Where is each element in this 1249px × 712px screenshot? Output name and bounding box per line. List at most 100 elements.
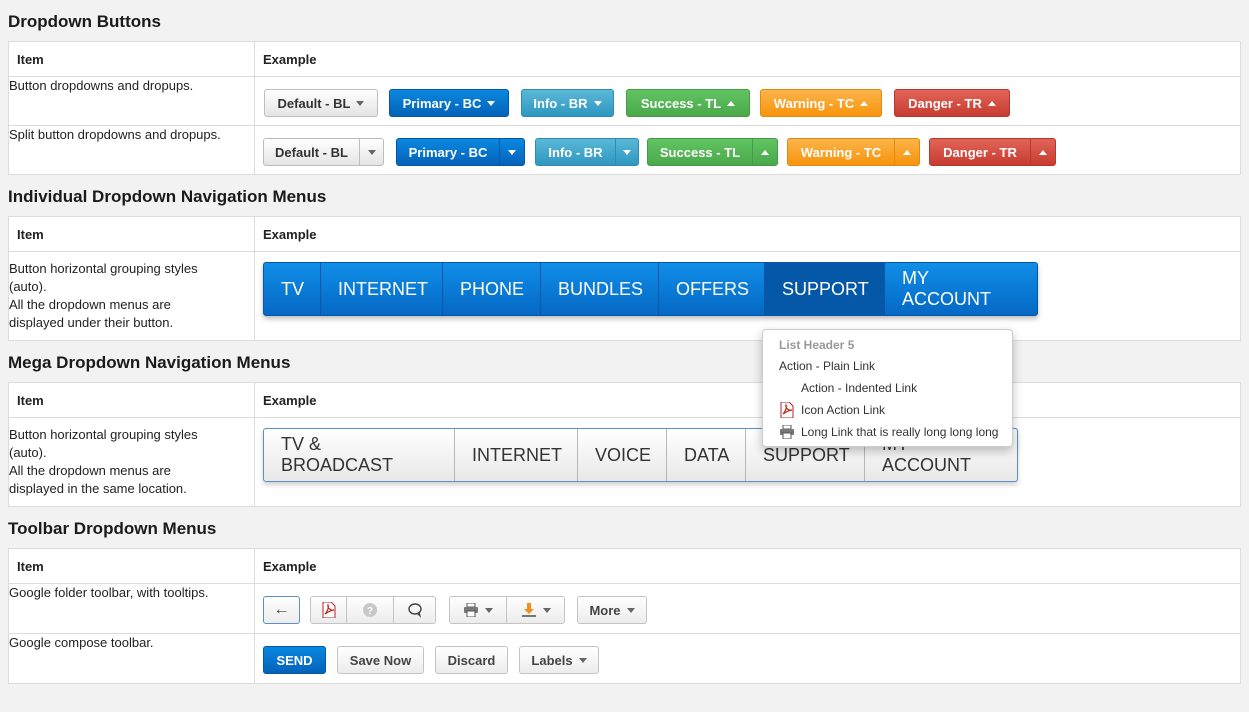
desc-line: All the dropdown menus are: [9, 297, 171, 312]
caret-up-icon: [860, 100, 869, 106]
split-buttons-row: Default - BL Primary - BC Info - BR Succ…: [254, 125, 1241, 175]
warning-split-button: Warning - TC: [787, 138, 920, 166]
row-desc: Google compose toolbar.: [8, 633, 255, 684]
row-desc: Button horizontal grouping styles (auto)…: [8, 417, 255, 507]
folder-toolbar-row: ← ? More: [254, 583, 1241, 634]
button-label: More: [589, 602, 621, 618]
success-split-button: Success - TL: [647, 138, 778, 166]
question-icon: ?: [363, 603, 377, 617]
button-label: Primary - BC: [402, 95, 482, 111]
default-split-button: Default - BL: [263, 138, 384, 166]
caret-down-icon: [508, 149, 516, 155]
dropdown-item-indented-link[interactable]: Action - Indented Link: [763, 377, 1012, 399]
help-button[interactable]: ?: [346, 596, 394, 624]
success-dropup-button[interactable]: Success - TL: [626, 89, 750, 117]
info-dropdown-button[interactable]: Info - BR: [521, 89, 614, 117]
row-desc: Split button dropdowns and dropups.: [8, 125, 255, 175]
button-label: Default - BL: [277, 95, 351, 111]
dropdown-item-icon-link[interactable]: Icon Action Link: [763, 399, 1012, 421]
section-title-dropdown-buttons: Dropdown Buttons: [8, 12, 161, 31]
pdf-button[interactable]: [310, 596, 347, 624]
col-header-example: Example: [254, 216, 1241, 252]
nav-item-tv[interactable]: TV: [264, 263, 321, 315]
compose-toolbar-row: SEND Save Now Discard Labels: [254, 633, 1241, 684]
mega-nav-item-internet[interactable]: INTERNET: [455, 429, 578, 481]
action-button-group: ?: [310, 596, 436, 624]
send-button[interactable]: SEND: [263, 646, 326, 674]
caret-down-icon: [593, 100, 602, 106]
desc-line: displayed in the same location.: [9, 481, 187, 496]
caret-up-icon: [987, 100, 996, 106]
nav-item-offers[interactable]: OFFERS: [659, 263, 765, 315]
row-desc: Google folder toolbar, with tooltips.: [8, 583, 255, 634]
section-title-individual-nav: Individual Dropdown Navigation Menus: [8, 187, 327, 206]
nav-item-phone[interactable]: PHONE: [443, 263, 541, 315]
dropdown-buttons-table: Item Example Button dropdowns and dropup…: [8, 41, 1241, 175]
section-title-mega-nav: Mega Dropdown Navigation Menus: [8, 353, 291, 372]
button-label: Labels: [531, 652, 573, 668]
warning-split-main[interactable]: Warning - TC: [787, 138, 895, 166]
back-button[interactable]: ←: [263, 596, 300, 624]
nav-item-internet[interactable]: INTERNET: [321, 263, 443, 315]
primary-split-toggle[interactable]: [499, 138, 525, 166]
dropdown-buttons-row: Default - BL Primary - BC Info - BR Succ…: [254, 76, 1241, 126]
mega-nav-item-tv-broadcast[interactable]: TV & BROADCAST: [264, 429, 455, 481]
mega-nav-item-data[interactable]: DATA: [667, 429, 746, 481]
caret-up-icon: [727, 100, 736, 106]
info-split-toggle[interactable]: [615, 138, 639, 166]
printer-icon: [779, 424, 795, 440]
col-header-example: Example: [254, 382, 1241, 418]
success-split-main[interactable]: Success - TL: [647, 138, 753, 166]
save-now-button[interactable]: Save Now: [337, 646, 424, 674]
info-split-button: Info - BR: [535, 138, 639, 166]
button-label: Warning - TC: [773, 95, 855, 111]
print-download-group: [449, 596, 565, 624]
row-desc: Button horizontal grouping styles (auto)…: [8, 251, 255, 341]
default-dropdown-button[interactable]: Default - BL: [264, 89, 378, 117]
row-desc: Button dropdowns and dropups.: [8, 76, 255, 126]
support-dropdown-menu: List Header 5 Action - Plain Link Action…: [762, 329, 1013, 447]
download-dropdown-button[interactable]: [506, 596, 565, 624]
mega-nav-item-voice[interactable]: VOICE: [578, 429, 667, 481]
warning-split-toggle[interactable]: [894, 138, 920, 166]
blue-nav-bar: TV INTERNET PHONE BUNDLES OFFERS SUPPORT…: [263, 262, 1038, 316]
nav-item-my-account[interactable]: MY ACCOUNT: [885, 263, 1037, 315]
individual-nav-cell: TV INTERNET PHONE BUNDLES OFFERS SUPPORT…: [254, 251, 1241, 341]
desc-line: Button horizontal grouping styles: [9, 427, 198, 442]
section-title-toolbar: Toolbar Dropdown Menus: [8, 519, 217, 538]
labels-dropdown-button[interactable]: Labels: [519, 646, 599, 674]
dropdown-item-long-link[interactable]: Long Link that is really long long long: [763, 421, 1012, 443]
col-header-example: Example: [254, 41, 1241, 77]
danger-split-button: Danger - TR: [929, 138, 1056, 166]
col-header-item: Item: [8, 548, 255, 584]
desc-line: All the dropdown menus are: [9, 463, 171, 478]
caret-down-icon: [485, 607, 493, 613]
success-split-toggle[interactable]: [752, 138, 778, 166]
mega-nav-cell: TV & BROADCAST INTERNET VOICE DATA SUPPO…: [254, 417, 1241, 507]
dropdown-item-label: Long Link that is really long long long: [801, 425, 999, 439]
warning-dropup-button[interactable]: Warning - TC: [760, 89, 882, 117]
col-header-item: Item: [8, 216, 255, 252]
print-dropdown-button[interactable]: [449, 596, 507, 624]
individual-nav-table: Item Example Button horizontal grouping …: [8, 216, 1241, 341]
dropdown-header: List Header 5: [779, 338, 855, 352]
danger-dropup-button[interactable]: Danger - TR: [894, 89, 1010, 117]
desc-line: Button horizontal grouping styles: [9, 261, 198, 276]
default-split-main[interactable]: Default - BL: [263, 138, 360, 166]
dropdown-item-plain-link[interactable]: Action - Plain Link: [763, 355, 1012, 377]
danger-split-main[interactable]: Danger - TR: [929, 138, 1031, 166]
caret-up-icon: [1039, 149, 1047, 155]
danger-split-toggle[interactable]: [1030, 138, 1056, 166]
more-dropdown-button[interactable]: More: [577, 596, 647, 624]
info-split-main[interactable]: Info - BR: [535, 138, 616, 166]
primary-split-main[interactable]: Primary - BC: [396, 138, 500, 166]
primary-dropdown-button[interactable]: Primary - BC: [389, 89, 509, 117]
caret-down-icon: [578, 657, 587, 663]
default-split-toggle[interactable]: [359, 138, 384, 166]
discard-button[interactable]: Discard: [435, 646, 508, 674]
nav-item-bundles[interactable]: BUNDLES: [541, 263, 659, 315]
desc-line: (auto).: [9, 445, 47, 460]
button-label: Info - BR: [533, 95, 588, 111]
comment-button[interactable]: [393, 596, 436, 624]
nav-item-support[interactable]: SUPPORT: [765, 263, 885, 315]
